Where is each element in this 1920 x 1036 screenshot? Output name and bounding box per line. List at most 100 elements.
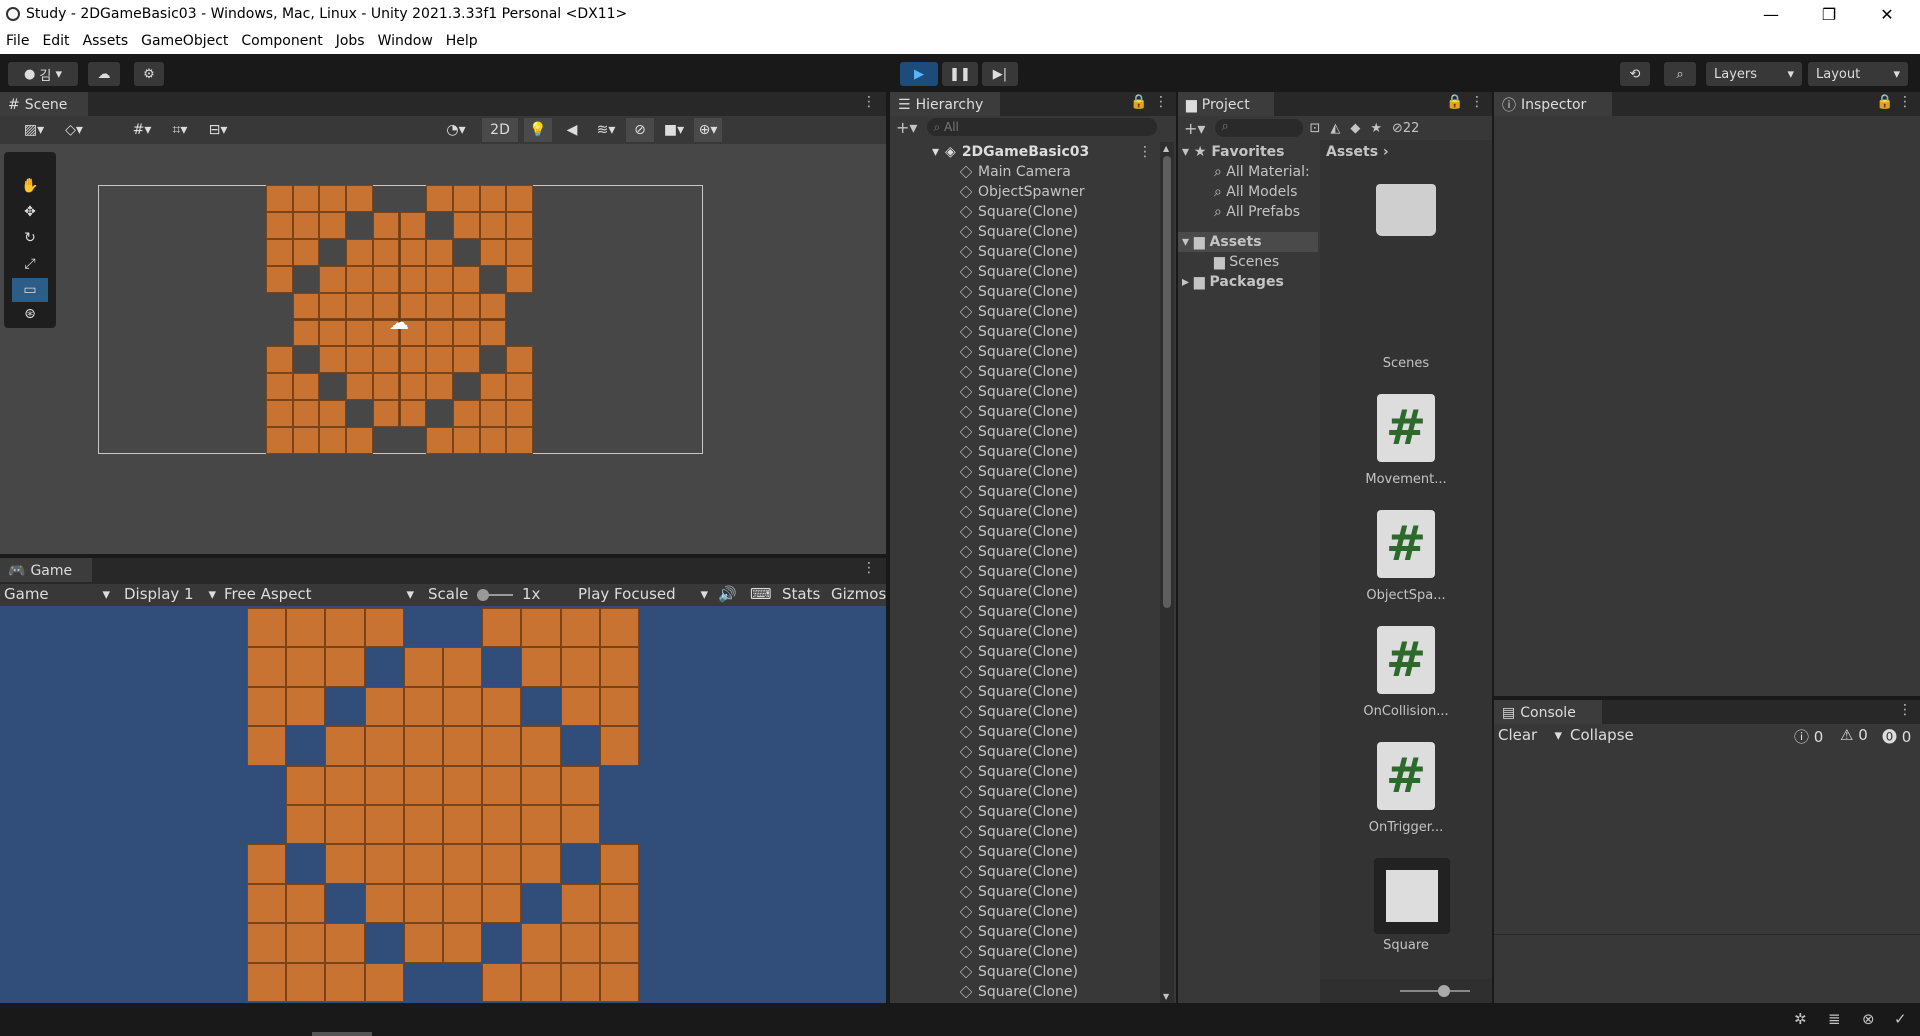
hierarchy-item[interactable]: Square(Clone): [960, 442, 1078, 462]
hierarchy-item[interactable]: Square(Clone): [960, 942, 1078, 962]
hierarchy-scrollbar[interactable]: ▲ ▼: [1160, 142, 1174, 1003]
check-icon[interactable]: ✓: [1894, 1010, 1907, 1028]
cloud-icon[interactable]: ☁: [88, 62, 120, 86]
sprite-tile[interactable]: [403, 805, 443, 845]
sprite-tile[interactable]: [506, 185, 533, 212]
sprite-tile[interactable]: [247, 962, 287, 1002]
sprite-tile[interactable]: [482, 726, 522, 766]
sprite-tile[interactable]: [247, 923, 287, 963]
hierarchy-item[interactable]: Square(Clone): [960, 262, 1078, 282]
tab-game[interactable]: 🎮 Game: [0, 558, 92, 582]
sprite-tile[interactable]: [247, 883, 287, 924]
sprite-tile[interactable]: [443, 686, 483, 727]
sprite-tile[interactable]: [426, 373, 453, 401]
hierarchy-item[interactable]: Square(Clone): [960, 582, 1078, 602]
sprite-tile[interactable]: [266, 427, 293, 454]
tree-assets[interactable]: ▾ ▆ Assets: [1178, 232, 1318, 252]
script-icon[interactable]: #: [1377, 626, 1435, 694]
scale-tool-icon[interactable]: ⤢: [16, 252, 44, 276]
sprite-tile[interactable]: [443, 726, 483, 766]
sprite-tile[interactable]: [364, 805, 404, 845]
hierarchy-scrollbar-thumb[interactable]: [1163, 156, 1171, 608]
lock-icon[interactable]: 🔒: [1446, 94, 1463, 110]
sprite-tile[interactable]: [286, 686, 326, 727]
audio-icon[interactable]: ◀: [558, 118, 586, 142]
collapse-button[interactable]: Collapse: [1570, 726, 1634, 744]
hierarchy-item[interactable]: Square(Clone): [960, 662, 1078, 682]
tree-packages[interactable]: ▸ ▆ Packages: [1182, 272, 1284, 292]
tree-favorite-item[interactable]: ⌕ All Models: [1214, 182, 1297, 202]
hierarchy-item[interactable]: Square(Clone): [960, 302, 1078, 322]
history-icon[interactable]: ⟲: [1620, 62, 1650, 86]
bug-icon[interactable]: ✲: [1794, 1010, 1807, 1028]
sprite-tile[interactable]: [426, 346, 453, 374]
effects-icon[interactable]: ≋▾: [592, 118, 620, 142]
sprite-tile[interactable]: [266, 265, 293, 293]
sprite-tile[interactable]: [372, 238, 400, 266]
menu-edit[interactable]: Edit: [42, 33, 69, 49]
sprite-tile[interactable]: [346, 265, 373, 293]
sprite-tile[interactable]: [452, 400, 480, 428]
sprite-tile[interactable]: [266, 211, 293, 239]
sprite-tile[interactable]: [521, 962, 561, 1002]
hierarchy-item[interactable]: Square(Clone): [960, 542, 1078, 562]
hierarchy-item[interactable]: Square(Clone): [960, 502, 1078, 522]
clear-button[interactable]: Clear ▾: [1498, 726, 1562, 744]
sprite-tile[interactable]: [482, 765, 522, 805]
lighting-icon[interactable]: 💡: [524, 118, 552, 142]
sprite-tile[interactable]: [560, 608, 600, 648]
display-dropdown[interactable]: Display 1 ▾: [124, 585, 216, 603]
sprite-tile[interactable]: [452, 265, 480, 293]
folder-icon[interactable]: [1376, 184, 1436, 236]
visibility-icon[interactable]: ⊘: [626, 118, 654, 142]
sprite-tile[interactable]: [292, 292, 320, 320]
sprite-tile[interactable]: [247, 608, 287, 648]
menu-assets[interactable]: Assets: [83, 33, 129, 49]
mode-2d-button[interactable]: 2D: [482, 118, 518, 142]
sprite-tile[interactable]: [479, 238, 507, 266]
hierarchy-item[interactable]: Square(Clone): [960, 682, 1078, 702]
hierarchy-item[interactable]: Square(Clone): [960, 722, 1078, 742]
sprite-tile[interactable]: [364, 765, 404, 805]
sprite-tile[interactable]: [325, 805, 365, 845]
gizmos-icon[interactable]: ⊕▾: [694, 118, 722, 142]
tab-scene[interactable]: # Scene: [0, 92, 88, 116]
sprite-tile[interactable]: [286, 805, 326, 845]
scene-more-icon[interactable]: ⋮: [1138, 144, 1152, 160]
layout-dropdown[interactable]: Layout ▾: [1808, 62, 1908, 86]
hierarchy-item[interactable]: Square(Clone): [960, 622, 1078, 642]
sprite-tile[interactable]: [560, 883, 600, 924]
sprite-tile[interactable]: [403, 765, 443, 805]
sprite-tile[interactable]: [286, 647, 326, 687]
sprite-tile[interactable]: [372, 265, 400, 293]
sprite-tile[interactable]: [403, 726, 443, 766]
transform-tool-icon[interactable]: ⊛: [16, 302, 44, 326]
sprite-tile[interactable]: [247, 844, 287, 884]
sprite-tile[interactable]: [426, 292, 453, 320]
hierarchy-item[interactable]: Square(Clone): [960, 702, 1078, 722]
sprite-tile[interactable]: [426, 265, 453, 293]
hierarchy-item[interactable]: Square(Clone): [960, 522, 1078, 542]
sprite-tile[interactable]: [452, 211, 480, 239]
layers-stack-icon[interactable]: ≣: [1828, 1010, 1841, 1028]
sprite-tile[interactable]: [506, 373, 533, 401]
sprite-tile[interactable]: [599, 608, 639, 648]
tree-favorite-item[interactable]: ⌕ All Material:: [1214, 162, 1310, 182]
sprite-tile[interactable]: [521, 805, 561, 845]
rotate-tool-icon[interactable]: ↻: [16, 226, 44, 250]
sprite-tile[interactable]: [372, 400, 400, 428]
label-icon[interactable]: ◆: [1350, 121, 1360, 136]
sprite-tile[interactable]: [403, 844, 443, 884]
sprite-tile[interactable]: [599, 726, 639, 766]
sprite-tile[interactable]: [364, 726, 404, 766]
sprite-tile[interactable]: [403, 883, 443, 924]
play-button[interactable]: ▶: [900, 62, 938, 86]
tab-inspector[interactable]: ⓘ Inspector: [1494, 92, 1612, 116]
hierarchy-item[interactable]: Square(Clone): [960, 402, 1078, 422]
increment-snap-icon[interactable]: ⌗▾: [166, 118, 194, 142]
tree-favorites[interactable]: ▾ ★ Favorites: [1182, 142, 1285, 162]
sprite-tile[interactable]: [443, 647, 483, 687]
sprite-tile[interactable]: [599, 883, 639, 924]
sprite-tile[interactable]: [482, 962, 522, 1002]
gizmos-button[interactable]: Gizmos: [831, 585, 886, 603]
